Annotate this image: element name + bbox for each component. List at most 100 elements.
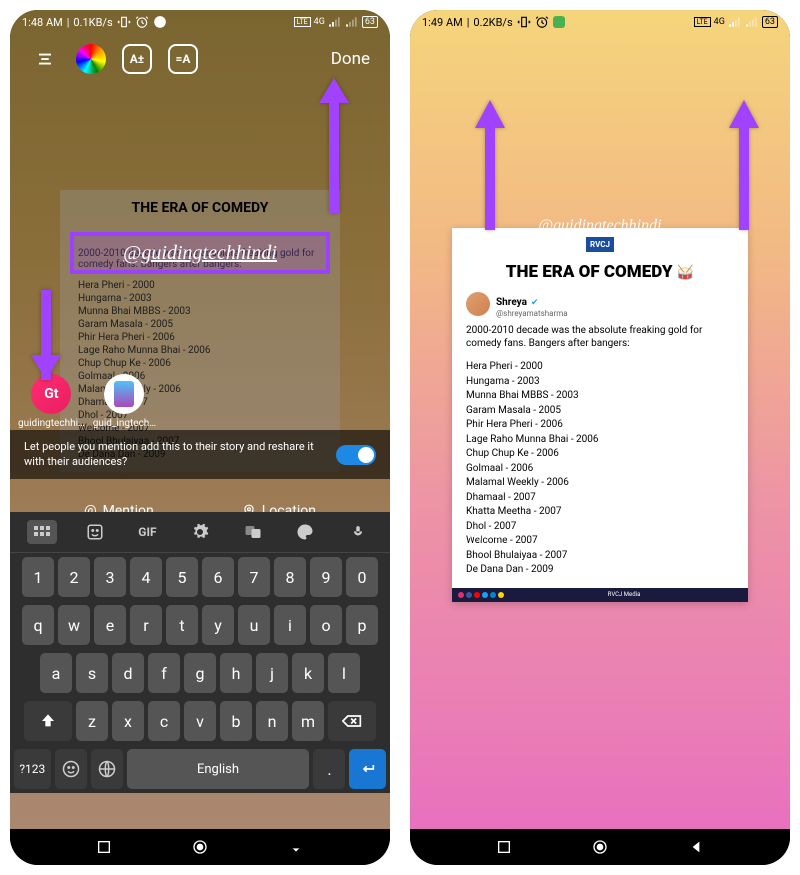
key-q[interactable]: q: [22, 605, 54, 645]
key-d[interactable]: d: [112, 653, 144, 693]
data-speed: 0.1KB/s: [73, 16, 112, 29]
key-8[interactable]: 8: [274, 557, 306, 597]
key-2[interactable]: 2: [58, 557, 90, 597]
home-button[interactable]: [192, 839, 208, 855]
keyboard-translate-icon[interactable]: [238, 520, 268, 544]
key-s[interactable]: s: [76, 653, 108, 693]
chip-label: guidingtechhi…: [18, 418, 85, 429]
key-u[interactable]: u: [238, 605, 270, 645]
key-4[interactable]: 4: [130, 557, 162, 597]
lte-badge: LTE: [694, 17, 711, 27]
key-1[interactable]: 1: [22, 557, 54, 597]
key-t[interactable]: t: [166, 605, 198, 645]
key-0[interactable]: 0: [346, 557, 378, 597]
movie-item: De Dana Dan - 2009: [466, 563, 734, 578]
author-name: Shreya: [496, 297, 527, 308]
key-m[interactable]: m: [292, 701, 324, 741]
tweet-body: 2000-2010 decade was the absolute freaki…: [452, 320, 748, 354]
post-account-handle[interactable]: @rvcj.insta: [452, 527, 511, 541]
status-bar: 1:49 AM | 0.2KB/s LTE 4G 63: [410, 10, 790, 34]
period-key[interactable]: .: [313, 749, 345, 789]
color-picker-button[interactable]: [76, 44, 106, 74]
movie-item: Chup Chup Ke - 2006: [466, 447, 734, 462]
annotation-arrow: [724, 100, 764, 234]
key-j[interactable]: j: [256, 653, 288, 693]
keyboard-hide-button[interactable]: [288, 839, 304, 855]
keyboard-settings-icon[interactable]: [185, 520, 215, 544]
keyboard-palette-icon[interactable]: [290, 520, 320, 544]
shift-key[interactable]: [24, 701, 72, 741]
key-5[interactable]: 5: [166, 557, 198, 597]
movie-item: Hera Pheri - 2000: [466, 360, 734, 375]
key-l[interactable]: l: [328, 653, 360, 693]
text-size-button[interactable]: A±: [122, 44, 152, 74]
signal-icon: [728, 15, 742, 29]
embedded-post[interactable]: RVCJ THE ERA OF COMEDY 🥁 Shreya ✔ @shrey…: [452, 228, 748, 602]
symbols-key[interactable]: ?123: [14, 749, 51, 789]
toggle-description: Let people you mention add this to their…: [24, 440, 336, 469]
movie-item: Munna Bhai MBBS - 2003: [466, 389, 734, 404]
post-title: THE ERA OF COMEDY: [70, 200, 330, 216]
vibrate-icon: [517, 15, 531, 29]
keyboard: GIF 1234567890 qwertyuiop asdfghjkl: [10, 512, 390, 793]
enter-key[interactable]: [349, 749, 386, 789]
keyboard-grid-icon[interactable]: [27, 520, 57, 544]
post-footer: RVCJ Media: [452, 588, 748, 602]
spacebar[interactable]: English: [127, 749, 310, 789]
key-w[interactable]: w: [58, 605, 90, 645]
post-title: THE ERA OF COMEDY 🥁: [452, 256, 748, 288]
status-left: 1:49 AM | 0.2KB/s: [422, 15, 565, 29]
keyboard-toolbar: GIF: [10, 512, 390, 553]
key-a[interactable]: a: [40, 653, 72, 693]
keyboard-gif-button[interactable]: GIF: [132, 520, 162, 544]
back-button[interactable]: [688, 839, 704, 855]
movie-item: Dhamaal - 2007: [466, 491, 734, 506]
author-handle: @shreyamatsharma: [496, 309, 568, 318]
home-button[interactable]: [592, 839, 608, 855]
key-v[interactable]: v: [184, 701, 216, 741]
chip-label: guid_ingtech…: [93, 418, 156, 429]
separator: |: [67, 16, 70, 29]
key-h[interactable]: h: [220, 653, 252, 693]
key-f[interactable]: f: [148, 653, 180, 693]
backspace-key[interactable]: [328, 701, 376, 741]
key-9[interactable]: 9: [310, 557, 342, 597]
key-6[interactable]: 6: [202, 557, 234, 597]
recents-button[interactable]: [96, 839, 112, 855]
mention-chip-2[interactable]: guid_ingtech…: [93, 374, 156, 429]
key-z[interactable]: z: [76, 701, 108, 741]
done-button[interactable]: Done: [331, 49, 370, 69]
align-button[interactable]: [30, 44, 60, 74]
key-o[interactable]: o: [310, 605, 342, 645]
key-y[interactable]: y: [202, 605, 234, 645]
footer-brand: RVCJ Media: [608, 591, 641, 598]
key-3[interactable]: 3: [94, 557, 126, 597]
movie-item: Hungama - 2003: [70, 293, 330, 304]
key-k[interactable]: k: [292, 653, 324, 693]
annotation-arrow: [26, 280, 66, 384]
key-e[interactable]: e: [94, 605, 126, 645]
text-format-button[interactable]: =A: [168, 44, 198, 74]
android-nav-bar: [410, 829, 790, 865]
recents-button[interactable]: [496, 839, 512, 855]
reshare-toggle[interactable]: [336, 445, 376, 465]
emoji-key[interactable]: [55, 749, 87, 789]
mention-text[interactable]: @guidingtechhindi: [123, 242, 277, 265]
key-n[interactable]: n: [256, 701, 288, 741]
network-label: 4G: [314, 17, 325, 27]
key-r[interactable]: r: [130, 605, 162, 645]
verified-badge-icon: ✔: [531, 298, 539, 308]
keyboard-mic-icon[interactable]: [343, 520, 373, 544]
keyboard-sticker-icon[interactable]: [80, 520, 110, 544]
movie-item: Khatta Meetha - 2007: [466, 505, 734, 520]
key-x[interactable]: x: [112, 701, 144, 741]
mention-text-highlight[interactable]: @guidingtechhindi: [70, 232, 330, 274]
key-g[interactable]: g: [184, 653, 216, 693]
key-p[interactable]: p: [346, 605, 378, 645]
key-7[interactable]: 7: [238, 557, 270, 597]
key-b[interactable]: b: [220, 701, 252, 741]
key-c[interactable]: c: [148, 701, 180, 741]
key-row-3: zxcvbnm: [10, 697, 390, 745]
key-i[interactable]: i: [274, 605, 306, 645]
language-key[interactable]: [91, 749, 123, 789]
